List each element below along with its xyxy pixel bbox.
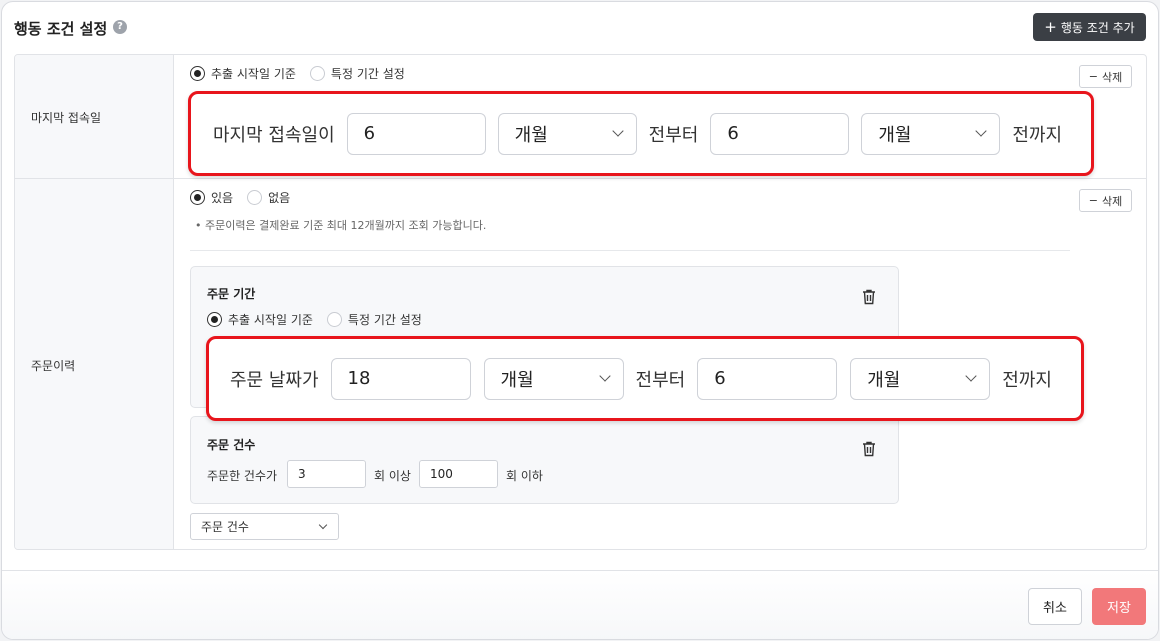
max-count-suffix: 회 이하 bbox=[506, 469, 543, 483]
order-period-radio-group: 추출 시작일 기준 특정 기간 설정 bbox=[207, 311, 436, 328]
save-button[interactable]: 저장 bbox=[1092, 588, 1146, 625]
add-condition-button[interactable]: + 행동 조건 추가 bbox=[1033, 13, 1146, 41]
select-value: 개월 bbox=[500, 369, 534, 391]
radio-label: 없음 bbox=[268, 191, 291, 205]
panel-footer: 취소 저장 bbox=[2, 570, 1158, 639]
to-unit-select[interactable]: 개월 bbox=[861, 112, 1001, 155]
trash-icon[interactable] bbox=[862, 289, 876, 305]
radio-label: 추출 시작일 기준 bbox=[228, 313, 313, 327]
delete-label: 삭제 bbox=[1101, 70, 1123, 84]
radio-label: 있음 bbox=[211, 191, 234, 205]
chevron-down-icon bbox=[611, 125, 624, 137]
select-value: 개월 bbox=[514, 124, 548, 146]
chevron-down-icon bbox=[975, 125, 988, 137]
max-count-input[interactable]: 100 bbox=[419, 460, 498, 488]
sentence-prefix: 주문 날짜가 bbox=[230, 369, 319, 391]
row-label-last-access: 마지막 접속일 bbox=[31, 111, 102, 125]
order-period-title: 주문 기간 bbox=[207, 287, 256, 301]
min-count-suffix: 회 이상 bbox=[374, 469, 411, 483]
select-value: 주문 건수 bbox=[201, 520, 249, 534]
last-access-sentence: 마지막 접속일이 6 개월 전부터 6 개월 전까지 bbox=[188, 91, 1094, 176]
order-history-note: • 주문이력은 결제완료 기준 최대 12개월까지 조회 가능합니다. bbox=[195, 219, 487, 232]
delete-last-access-button[interactable]: − 삭제 bbox=[1079, 65, 1132, 88]
sentence-prefix: 마지막 접속일이 bbox=[213, 124, 335, 146]
from-unit-select[interactable]: 개월 bbox=[483, 357, 624, 400]
chevron-down-icon bbox=[318, 520, 328, 530]
to-value-input[interactable]: 6 bbox=[710, 112, 850, 155]
to-unit-select[interactable]: 개월 bbox=[850, 357, 991, 400]
sentence-middle: 전부터 bbox=[648, 124, 699, 146]
minus-icon: − bbox=[1088, 70, 1098, 83]
sentence-suffix: 전까지 bbox=[1002, 369, 1052, 391]
select-value: 개월 bbox=[867, 369, 901, 391]
add-condition-type-select[interactable]: 주문 건수 bbox=[190, 513, 339, 540]
plus-icon: + bbox=[1044, 17, 1057, 36]
cancel-button[interactable]: 취소 bbox=[1028, 588, 1082, 625]
min-count-input[interactable]: 3 bbox=[287, 460, 366, 488]
delete-label: 삭제 bbox=[1101, 194, 1123, 208]
order-history-radio-group: 있음 없음 bbox=[190, 189, 304, 206]
divider bbox=[190, 250, 1070, 251]
radio-specific-period[interactable] bbox=[309, 66, 325, 81]
radio-extract-start[interactable] bbox=[190, 66, 205, 81]
delete-order-history-button[interactable]: − 삭제 bbox=[1079, 189, 1132, 212]
page-title: 행동 조건 설정 bbox=[14, 20, 108, 38]
help-icon[interactable]: ? bbox=[113, 20, 127, 34]
row-divider bbox=[15, 178, 1146, 179]
order-date-sentence: 주문 날짜가 18 개월 전부터 6 개월 전까지 bbox=[206, 336, 1084, 421]
label-column bbox=[15, 55, 174, 549]
radio-no-orders[interactable] bbox=[247, 190, 263, 205]
radio-label: 특정 기간 설정 bbox=[330, 67, 405, 81]
radio-has-orders[interactable] bbox=[190, 190, 205, 205]
radio-label: 특정 기간 설정 bbox=[347, 313, 422, 327]
order-count-title: 주문 건수 bbox=[207, 438, 256, 452]
from-value-input[interactable]: 6 bbox=[346, 112, 486, 155]
note-text: 주문이력은 결제완료 기준 최대 12개월까지 조회 가능합니다. bbox=[205, 219, 487, 232]
row-label-order-history: 주문이력 bbox=[31, 359, 76, 373]
from-unit-select[interactable]: 개월 bbox=[497, 112, 637, 155]
trash-icon[interactable] bbox=[862, 441, 876, 457]
sentence-suffix: 전까지 bbox=[1012, 124, 1063, 146]
radio-extract-start[interactable] bbox=[207, 312, 222, 327]
order-count-prefix: 주문한 건수가 bbox=[207, 469, 278, 483]
action-condition-panel: 행동 조건 설정 ? + 행동 조건 추가 마지막 접속일 주문이력 추출 시작… bbox=[1, 1, 1159, 640]
chevron-down-icon bbox=[598, 370, 611, 382]
minus-icon: − bbox=[1088, 194, 1098, 207]
add-condition-label: 행동 조건 추가 bbox=[1060, 20, 1135, 35]
panel-header: 행동 조건 설정 ? + 행동 조건 추가 bbox=[2, 2, 1158, 54]
radio-specific-period[interactable] bbox=[326, 312, 342, 327]
select-value: 개월 bbox=[878, 124, 912, 146]
chevron-down-icon bbox=[965, 370, 977, 382]
last-access-radio-group: 추출 시작일 기준 특정 기간 설정 bbox=[190, 65, 419, 82]
to-value-input[interactable]: 6 bbox=[697, 357, 838, 400]
from-value-input[interactable]: 18 bbox=[330, 357, 471, 400]
radio-label: 추출 시작일 기준 bbox=[211, 67, 296, 81]
sentence-middle: 전부터 bbox=[635, 369, 686, 391]
